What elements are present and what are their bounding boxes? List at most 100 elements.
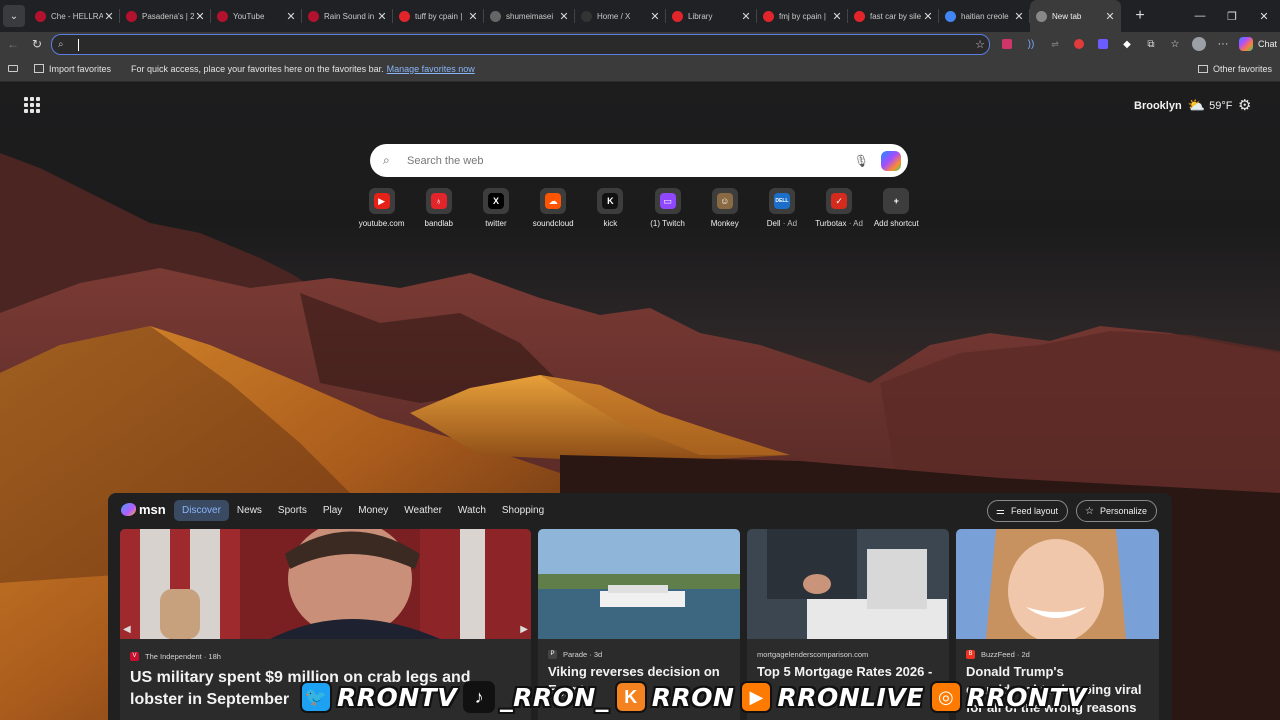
social-handle: ♪ _RRON_ bbox=[463, 681, 609, 713]
minimize-icon[interactable]: — bbox=[1184, 0, 1216, 32]
source-age: · 18h bbox=[203, 652, 221, 661]
folder-icon bbox=[1197, 64, 1208, 73]
sidebar-toggle-icon[interactable] bbox=[8, 65, 18, 72]
bandlab-icon bbox=[399, 10, 410, 22]
page-settings-gear-icon[interactable]: ⚙ bbox=[1238, 96, 1251, 114]
address-bar[interactable]: ⌕ ☆ bbox=[51, 34, 990, 55]
browser-tab[interactable]: Home / X ✕ bbox=[575, 0, 666, 32]
shortcut-twitch[interactable]: ▭ (1) Twitch bbox=[639, 188, 696, 228]
profile-avatar[interactable] bbox=[1189, 32, 1209, 56]
browser-tab[interactable]: tuff by cpain | ✕ bbox=[393, 0, 484, 32]
favorites-icon[interactable]: ☆ bbox=[1165, 32, 1185, 56]
tab-title: haitian creole bbox=[961, 11, 1009, 21]
copilot-chat-button[interactable]: Chat bbox=[1239, 37, 1277, 51]
shortcut-soundcloud[interactable]: ☁ soundcloud bbox=[525, 188, 582, 228]
feed-tab-sports[interactable]: Sports bbox=[270, 500, 315, 521]
extension-icon[interactable] bbox=[997, 32, 1017, 56]
source-logo-icon: V bbox=[130, 652, 139, 661]
read-aloud-icon[interactable]: )) bbox=[1021, 32, 1041, 56]
address-input[interactable] bbox=[85, 38, 989, 51]
close-tab-icon[interactable]: ✕ bbox=[1013, 10, 1025, 23]
close-tab-icon[interactable]: ✕ bbox=[831, 10, 843, 23]
web-search-box[interactable]: ⌕ 🎙 bbox=[370, 144, 908, 177]
close-tab-icon[interactable]: ✕ bbox=[740, 10, 752, 23]
personalize-button[interactable]: ☆ Personalize bbox=[1076, 500, 1157, 522]
app-launcher-icon[interactable] bbox=[24, 97, 40, 113]
weather-widget[interactable]: Brooklyn ⛅ 59°F bbox=[1134, 97, 1232, 114]
close-tab-icon[interactable]: ✕ bbox=[467, 10, 479, 23]
refresh-button[interactable]: ↻ bbox=[25, 32, 49, 56]
feed-tab-play[interactable]: Play bbox=[315, 500, 350, 521]
close-tab-icon[interactable]: ✕ bbox=[285, 10, 297, 23]
shortcut-bandlab[interactable]: ♁ bandlab bbox=[410, 188, 467, 228]
source-name: mortgagelenderscomparison.com bbox=[757, 650, 869, 659]
extension-icon[interactable] bbox=[1069, 32, 1089, 56]
tab-title: New tab bbox=[1052, 11, 1082, 21]
shortcut-kick[interactable]: Kkick bbox=[582, 188, 639, 228]
close-tab-icon[interactable]: ✕ bbox=[103, 10, 115, 23]
browser-tab[interactable]: New tab ✕ bbox=[1030, 0, 1121, 32]
tab-actions-menu-button[interactable]: ⌄ bbox=[3, 5, 25, 27]
feed-tab-discover[interactable]: Discover bbox=[174, 500, 229, 521]
tab-strip: ⌄ Che - HELLRAI ✕ Pasadena's | 2x ✕ YouTube ✕… bbox=[0, 0, 1280, 32]
other-favorites-button[interactable]: Other favorites bbox=[1197, 64, 1272, 74]
web-search-input[interactable] bbox=[407, 154, 827, 167]
x-icon bbox=[581, 10, 592, 22]
carousel-prev-icon[interactable]: ◀ bbox=[123, 624, 131, 635]
extensions-puzzle-icon[interactable]: ⧉ bbox=[1141, 32, 1161, 56]
shortcut-x[interactable]: Xtwitter bbox=[467, 188, 524, 228]
browser-tab[interactable]: fmj by cpain | ✕ bbox=[757, 0, 848, 32]
browser-tab[interactable]: shumeimasei ✕ bbox=[484, 0, 575, 32]
feed-tab-weather[interactable]: Weather bbox=[396, 500, 450, 521]
browser-tab[interactable]: Rain Sound in ✕ bbox=[302, 0, 393, 32]
close-tab-icon[interactable]: ✕ bbox=[194, 10, 206, 23]
shortcut-youtube[interactable]: ▶ youtube.com bbox=[353, 188, 410, 228]
manage-favorites-link[interactable]: Manage favorites now bbox=[387, 64, 475, 74]
shortcut-label: twitter bbox=[485, 219, 506, 228]
browser-tab[interactable]: haitian creole ✕ bbox=[939, 0, 1030, 32]
shortcut-turbotax[interactable]: ✓ Turbotax · Ad bbox=[811, 188, 868, 228]
shortcut-label-text: Monkey bbox=[710, 219, 739, 228]
favorite-star-icon[interactable]: ☆ bbox=[975, 38, 985, 51]
extension-icon[interactable]: ◆ bbox=[1117, 32, 1137, 56]
feed-layout-button[interactable]: ⚌ Feed layout bbox=[987, 500, 1068, 522]
refresh-icon: ↻ bbox=[31, 37, 43, 51]
new-tab-button[interactable]: + bbox=[1127, 7, 1153, 25]
import-favorites-button[interactable]: Import favorites bbox=[34, 64, 111, 74]
browser-tab[interactable]: Che - HELLRAI ✕ bbox=[29, 0, 120, 32]
soundcloud-icon: ☁ bbox=[545, 193, 562, 209]
feed-tab-news[interactable]: News bbox=[229, 500, 270, 521]
browser-tab[interactable]: YouTube ✕ bbox=[211, 0, 302, 32]
more-menu-icon[interactable]: ··· bbox=[1213, 32, 1233, 56]
youtube-icon bbox=[35, 10, 46, 22]
tab-title: YouTube bbox=[233, 11, 265, 21]
shortcut-label-text: Turbotax bbox=[815, 219, 847, 228]
close-tab-icon[interactable]: ✕ bbox=[922, 10, 934, 23]
microphone-icon[interactable]: 🎙 bbox=[854, 154, 869, 168]
close-window-icon[interactable]: ✕ bbox=[1248, 0, 1280, 32]
extension-icon[interactable] bbox=[1093, 32, 1113, 56]
restore-icon[interactable]: ❐ bbox=[1216, 0, 1248, 32]
ad-tag: · Ad bbox=[848, 219, 863, 228]
close-tab-icon[interactable]: ✕ bbox=[1104, 10, 1116, 23]
shortcut-monkey[interactable]: ☺ Monkey bbox=[696, 188, 753, 228]
msn-logo[interactable]: msn bbox=[121, 502, 166, 517]
shortcut-dell[interactable]: DELL Dell · Ad bbox=[753, 188, 810, 228]
back-button[interactable]: ← bbox=[1, 32, 25, 56]
feed-tab-watch[interactable]: Watch bbox=[450, 500, 494, 521]
browser-tab[interactable]: Pasadena's | 2x ✕ bbox=[120, 0, 211, 32]
browser-tab[interactable]: Library ✕ bbox=[666, 0, 757, 32]
shortcut-plus[interactable]: + Add shortcut bbox=[868, 188, 925, 228]
close-tab-icon[interactable]: ✕ bbox=[376, 10, 388, 23]
close-tab-icon[interactable]: ✕ bbox=[558, 10, 570, 23]
back-arrow-icon: ← bbox=[7, 37, 19, 51]
close-tab-icon[interactable]: ✕ bbox=[649, 10, 661, 23]
feed-tab-shopping[interactable]: Shopping bbox=[494, 500, 552, 521]
shortcut-label: Add shortcut bbox=[874, 219, 919, 228]
copilot-icon[interactable] bbox=[881, 150, 901, 171]
feed-tab-money[interactable]: Money bbox=[350, 500, 396, 521]
news-source: V The Independent · 18h bbox=[130, 652, 221, 661]
extension-icon[interactable]: ⇌ bbox=[1045, 32, 1065, 56]
browser-tab[interactable]: fast car by sile ✕ bbox=[848, 0, 939, 32]
carousel-next-icon[interactable]: ▶ bbox=[520, 624, 528, 635]
